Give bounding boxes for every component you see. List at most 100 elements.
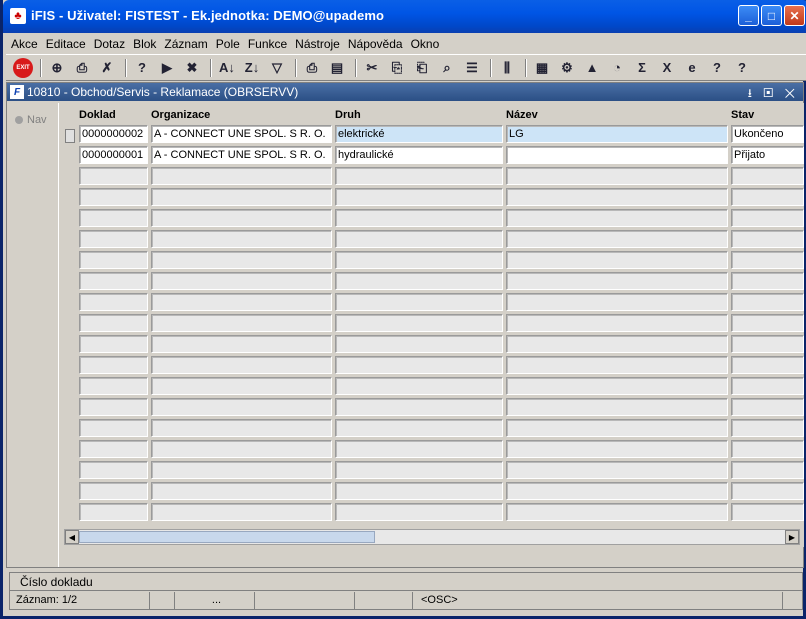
cell-organizace[interactable]: A - CONNECT UNE SPOL. S R. O. (151, 146, 332, 164)
cell-druh[interactable] (335, 293, 503, 311)
cell-organizace[interactable] (151, 398, 332, 416)
cell-organizace[interactable] (151, 377, 332, 395)
cell-organizace[interactable] (151, 251, 332, 269)
cell-nazev[interactable] (506, 461, 728, 479)
cell-nazev[interactable] (506, 146, 728, 164)
cell-nazev[interactable] (506, 293, 728, 311)
scroll-thumb[interactable] (79, 531, 375, 543)
minimize-button[interactable]: _ (738, 5, 759, 26)
query-icon[interactable]: ? (131, 58, 153, 78)
help-icon[interactable]: ? (731, 58, 753, 78)
chart-icon[interactable]: ▲ (581, 58, 603, 78)
cell-nazev[interactable] (506, 209, 728, 227)
cell-doklad[interactable] (79, 167, 148, 185)
cell-druh[interactable] (335, 272, 503, 290)
cell-stav[interactable] (731, 230, 804, 248)
cell-doklad[interactable] (79, 209, 148, 227)
cell-druh[interactable] (335, 377, 503, 395)
cell-doklad[interactable] (79, 419, 148, 437)
cell-stav[interactable] (731, 335, 804, 353)
cell-organizace[interactable] (151, 314, 332, 332)
cell-organizace[interactable] (151, 188, 332, 206)
cell-stav[interactable] (731, 461, 804, 479)
columns-icon[interactable]: ⫼ (496, 58, 518, 78)
execute-query-icon[interactable]: ▶ (156, 58, 178, 78)
cell-doklad[interactable]: 0000000001 (79, 146, 148, 164)
column-header-doklad[interactable]: Doklad (79, 109, 116, 121)
form-title-bar[interactable]: F 10810 - Obchod/Servis - Reklamace (OBR… (7, 83, 803, 101)
cell-doklad[interactable] (79, 335, 148, 353)
cell-stav[interactable]: Přijato (731, 146, 804, 164)
cell-stav[interactable] (731, 167, 804, 185)
cell-doklad[interactable] (79, 230, 148, 248)
cell-doklad[interactable] (79, 251, 148, 269)
cell-organizace[interactable] (151, 335, 332, 353)
help-pointer-icon[interactable]: ? (706, 58, 728, 78)
column-header-nazev[interactable]: Název (506, 109, 538, 121)
menu-item-8[interactable]: Nápověda (348, 37, 403, 51)
cell-nazev[interactable] (506, 503, 728, 521)
cell-stav[interactable] (731, 272, 804, 290)
cell-stav[interactable] (731, 356, 804, 374)
print-report-icon[interactable]: ⎙ (301, 58, 323, 78)
cell-druh[interactable] (335, 230, 503, 248)
maximize-button[interactable]: □ (761, 5, 782, 26)
cell-druh[interactable] (335, 188, 503, 206)
cell-stav[interactable] (731, 251, 804, 269)
cell-stav[interactable] (731, 293, 804, 311)
search-icon[interactable]: ⌕ (436, 58, 458, 78)
copy-icon[interactable]: ⎘ (386, 58, 408, 78)
cell-stav[interactable] (731, 482, 804, 500)
cut-icon[interactable]: ✂ (361, 58, 383, 78)
cell-druh[interactable] (335, 419, 503, 437)
cell-druh[interactable] (335, 440, 503, 458)
cell-doklad[interactable] (79, 356, 148, 374)
cell-nazev[interactable] (506, 335, 728, 353)
cell-stav[interactable] (731, 419, 804, 437)
list-icon[interactable]: ☰ (461, 58, 483, 78)
menu-item-6[interactable]: Funkce (248, 37, 287, 51)
cell-nazev[interactable] (506, 314, 728, 332)
sort-desc-icon[interactable]: Z↓ (241, 58, 263, 78)
cell-doklad[interactable] (79, 293, 148, 311)
add-record-icon[interactable]: ⊕ (46, 58, 68, 78)
web-icon[interactable]: e (681, 58, 703, 78)
cell-doklad[interactable] (79, 503, 148, 521)
cell-doklad[interactable] (79, 440, 148, 458)
cell-stav[interactable] (731, 188, 804, 206)
form-window-controls[interactable]: ⭳ ▣ ✕ (748, 84, 799, 105)
nav-tab[interactable]: Nav (15, 114, 47, 126)
cell-organizace[interactable] (151, 356, 332, 374)
cell-druh[interactable] (335, 398, 503, 416)
cell-nazev[interactable] (506, 419, 728, 437)
scroll-left-icon[interactable]: ◀ (65, 530, 79, 544)
excel-icon[interactable]: X (656, 58, 678, 78)
cell-organizace[interactable] (151, 272, 332, 290)
preview-icon[interactable]: ▤ (326, 58, 348, 78)
scroll-right-icon[interactable]: ▶ (785, 530, 799, 544)
cell-druh[interactable] (335, 335, 503, 353)
cell-doklad[interactable] (79, 188, 148, 206)
cell-nazev[interactable] (506, 251, 728, 269)
cell-doklad[interactable] (79, 314, 148, 332)
cell-organizace[interactable] (151, 503, 332, 521)
menu-item-4[interactable]: Záznam (164, 37, 207, 51)
cell-doklad[interactable]: 0000000002 (79, 125, 148, 143)
sum-icon[interactable]: Σ (631, 58, 653, 78)
cell-organizace[interactable] (151, 209, 332, 227)
cell-stav[interactable] (731, 440, 804, 458)
cell-nazev[interactable] (506, 440, 728, 458)
calc-icon[interactable]: ▦ (531, 58, 553, 78)
cell-organizace[interactable] (151, 293, 332, 311)
cell-nazev[interactable]: LG (506, 125, 728, 143)
menu-item-0[interactable]: Akce (11, 37, 38, 51)
cell-druh[interactable] (335, 209, 503, 227)
menu-item-7[interactable]: Nástroje (295, 37, 340, 51)
filter-icon[interactable]: ▽ (266, 58, 288, 78)
cell-doklad[interactable] (79, 377, 148, 395)
cell-stav[interactable] (731, 314, 804, 332)
menu-item-3[interactable]: Blok (133, 37, 156, 51)
cell-organizace[interactable] (151, 482, 332, 500)
cell-druh[interactable] (335, 251, 503, 269)
cell-nazev[interactable] (506, 482, 728, 500)
